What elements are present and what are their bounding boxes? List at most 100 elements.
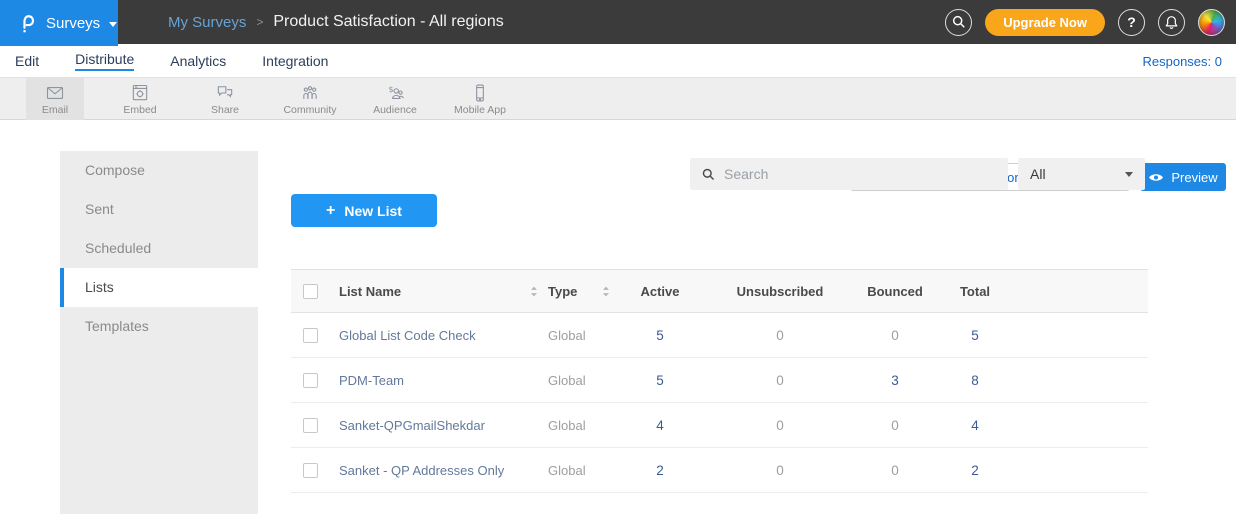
channel-label: Embed — [123, 104, 156, 116]
row-checkbox[interactable] — [291, 418, 339, 433]
sort-icon[interactable] — [530, 285, 538, 298]
sidebar-item-templates[interactable]: Templates — [60, 307, 258, 346]
sidebar-item-scheduled[interactable]: Scheduled — [60, 229, 258, 268]
list-type: Global — [548, 328, 620, 343]
global-search-button[interactable] — [945, 9, 972, 36]
bounced-count[interactable]: 0 — [860, 463, 930, 478]
column-header-active: Active — [620, 284, 700, 299]
browser-gear-icon — [130, 83, 150, 103]
page-title: Product Satisfaction - All regions — [273, 13, 503, 31]
breadcrumb-my-surveys[interactable]: My Surveys — [168, 14, 246, 31]
product-menu-label: Surveys — [46, 15, 100, 32]
total-count[interactable]: 2 — [930, 463, 1020, 478]
list-name-link[interactable]: PDM-Team — [339, 373, 548, 388]
search-icon — [702, 168, 715, 181]
table-row: PDM-Team Global 5 0 3 8 — [291, 358, 1148, 403]
channel-audience[interactable]: $ Audience — [366, 78, 424, 120]
total-count[interactable]: 8 — [930, 373, 1020, 388]
active-count[interactable]: 4 — [620, 418, 700, 433]
channel-community[interactable]: Community — [281, 78, 339, 120]
table-row: Sanket - QP Addresses Only Global 2 0 0 … — [291, 448, 1148, 493]
questionpro-app: My Surveys > Product Satisfaction - All … — [0, 0, 1236, 514]
survey-tabs: Edit Distribute Analytics Integration Re… — [0, 44, 1236, 78]
sidebar-item-lists[interactable]: Lists — [60, 268, 258, 307]
bell-icon — [1164, 15, 1179, 30]
unsubscribed-count[interactable]: 0 — [700, 463, 860, 478]
column-header-list-name[interactable]: List Name — [339, 284, 548, 299]
table-row: Global List Code Check Global 5 0 0 5 — [291, 313, 1148, 358]
eye-icon — [1148, 172, 1164, 183]
filter-selected-value: All — [1030, 166, 1046, 182]
channel-embed[interactable]: Embed — [111, 78, 169, 120]
channel-label: Audience — [373, 104, 417, 116]
new-list-button[interactable]: + New List — [291, 194, 437, 227]
mobile-phone-icon — [470, 83, 490, 103]
row-checkbox[interactable] — [291, 328, 339, 343]
channel-label: Share — [211, 104, 239, 116]
preview-button[interactable]: Preview — [1140, 163, 1226, 191]
sidebar-item-sent[interactable]: Sent — [60, 190, 258, 229]
tab-analytics[interactable]: Analytics — [170, 53, 226, 69]
dollar-people-icon: $ — [385, 83, 405, 103]
top-header: My Surveys > Product Satisfaction - All … — [0, 0, 1236, 44]
list-name-link[interactable]: Sanket - QP Addresses Only — [339, 463, 548, 478]
sort-icon[interactable] — [602, 285, 610, 298]
list-name-link[interactable]: Global List Code Check — [339, 328, 548, 343]
bounced-count[interactable]: 0 — [860, 328, 930, 343]
channel-label: Community — [283, 104, 336, 116]
list-search — [690, 158, 1008, 190]
preview-label: Preview — [1171, 170, 1217, 185]
lists-table: List Name Type Active Unsubscribed Bounc… — [291, 269, 1148, 493]
tab-edit[interactable]: Edit — [15, 53, 39, 69]
column-header-total: Total — [930, 284, 1020, 299]
unsubscribed-count[interactable]: 0 — [700, 418, 860, 433]
email-sidebar: Compose Sent Scheduled Lists Templates — [60, 151, 258, 514]
channel-email[interactable]: Email — [26, 78, 84, 120]
sidebar-item-compose[interactable]: Compose — [60, 151, 258, 190]
product-menu[interactable]: Surveys — [0, 0, 118, 46]
upgrade-now-button[interactable]: Upgrade Now — [985, 9, 1105, 36]
list-filter-dropdown[interactable]: All — [1018, 158, 1145, 190]
channel-list: Email Embed Share — [26, 78, 509, 120]
chevron-down-icon — [109, 22, 117, 27]
active-count[interactable]: 5 — [620, 328, 700, 343]
channel-mobile-app[interactable]: Mobile App — [451, 78, 509, 120]
breadcrumb-separator: > — [256, 15, 263, 29]
active-count[interactable]: 5 — [620, 373, 700, 388]
row-checkbox[interactable] — [291, 373, 339, 388]
envelope-icon — [45, 83, 65, 103]
tab-distribute[interactable]: Distribute — [75, 51, 134, 71]
channel-label: Email — [42, 104, 68, 116]
search-input[interactable] — [724, 166, 974, 182]
channel-label: Mobile App — [454, 104, 506, 116]
total-count[interactable]: 5 — [930, 328, 1020, 343]
user-avatar[interactable] — [1198, 9, 1225, 36]
header-actions: Upgrade Now ? — [945, 0, 1225, 44]
column-label: List Name — [339, 284, 401, 299]
help-button[interactable]: ? — [1118, 9, 1145, 36]
people-group-icon — [300, 83, 320, 103]
notifications-button[interactable] — [1158, 9, 1185, 36]
distribute-toolbar: Email Embed Share — [0, 78, 1236, 120]
total-count[interactable]: 4 — [930, 418, 1020, 433]
column-header-type[interactable]: Type — [548, 284, 620, 299]
bounced-count[interactable]: 3 — [860, 373, 930, 388]
plus-icon: + — [326, 202, 335, 220]
chevron-down-icon — [1125, 172, 1133, 177]
list-name-link[interactable]: Sanket-QPGmailShekdar — [339, 418, 548, 433]
unsubscribed-count[interactable]: 0 — [700, 328, 860, 343]
bounced-count[interactable]: 0 — [860, 418, 930, 433]
row-checkbox[interactable] — [291, 463, 339, 478]
list-type: Global — [548, 463, 620, 478]
active-count[interactable]: 2 — [620, 463, 700, 478]
unsubscribed-count[interactable]: 0 — [700, 373, 860, 388]
column-header-bounced: Bounced — [860, 284, 930, 299]
select-all-checkbox[interactable] — [291, 284, 339, 299]
channel-share[interactable]: Share — [196, 78, 254, 120]
responses-count[interactable]: Responses: 0 — [1143, 44, 1223, 78]
chat-bubbles-icon — [215, 83, 235, 103]
column-header-unsubscribed: Unsubscribed — [700, 284, 860, 299]
tab-integration[interactable]: Integration — [262, 53, 328, 69]
table-header-row: List Name Type Active Unsubscribed Bounc… — [291, 269, 1148, 313]
list-type: Global — [548, 373, 620, 388]
